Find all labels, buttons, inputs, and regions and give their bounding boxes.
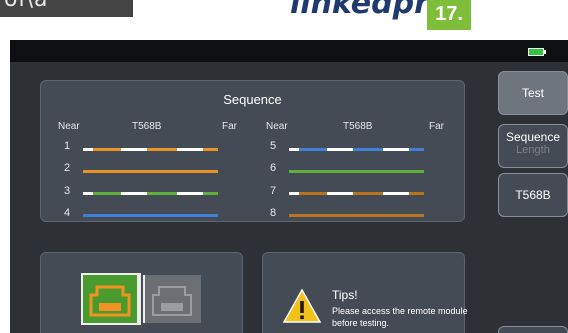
wire-8-brown	[289, 214, 424, 217]
wire-5-white-blue	[289, 148, 424, 151]
wire-7-white-brown	[289, 192, 424, 195]
ethernet-port-icon	[89, 285, 131, 317]
wire-segment	[327, 192, 353, 195]
warning-icon	[282, 288, 322, 323]
sequence-title: Sequence	[223, 92, 282, 107]
wire-2-orange	[83, 170, 218, 173]
wire-segment	[327, 148, 353, 151]
number-badge: 17.	[427, 0, 471, 30]
top-left-text: ol\a	[4, 0, 48, 12]
wire-segment	[83, 214, 218, 217]
pin-6-label: 6	[270, 162, 277, 174]
top-left-fragment: ol\a	[0, 0, 133, 17]
wire-4-blue	[83, 214, 218, 217]
pin-3-label: 3	[64, 185, 71, 197]
tips-title: Tips!	[332, 288, 358, 302]
standard-label-left: T568B	[132, 121, 162, 132]
pin-8-label: 8	[270, 207, 277, 219]
wire-segment	[383, 148, 409, 151]
standard-label-right: T568B	[343, 121, 373, 132]
sequence-button-label: Sequence	[505, 130, 561, 144]
wire-segment	[289, 214, 424, 217]
wire-segment	[121, 148, 147, 151]
battery-icon	[528, 48, 544, 56]
tester-screen: Sequence Near T568B Far Near T568B Far 1…	[10, 40, 568, 333]
test-button[interactable]: Test	[498, 71, 568, 115]
wire-1-white-orange	[83, 148, 218, 151]
wire-segment	[83, 170, 218, 173]
wire-segment	[83, 148, 93, 151]
length-button-label: Length	[516, 144, 550, 156]
wire-segment	[177, 148, 203, 151]
wire-3-white-green	[83, 192, 218, 195]
brand-logo: linkedpro	[290, 0, 450, 21]
near-label-right: Near	[266, 121, 288, 132]
bottom-side-button[interactable]	[498, 326, 568, 333]
port-panel	[40, 252, 243, 333]
wire-segment	[121, 192, 147, 195]
status-bar	[10, 40, 568, 62]
test-button-label: Test	[521, 86, 544, 100]
wire-6-green	[289, 170, 424, 173]
far-label-right: Far	[429, 121, 444, 132]
t568b-button[interactable]: T568B	[498, 173, 568, 217]
ethernet-port-icon	[152, 286, 192, 316]
sequence-length-button[interactable]: Sequence Length	[498, 124, 568, 168]
wire-segment	[289, 170, 424, 173]
tips-message: Please access the remote module before t…	[332, 306, 468, 328]
far-label-left: Far	[222, 121, 237, 132]
pin-4-label: 4	[64, 207, 71, 219]
pin-1-label: 1	[64, 140, 71, 152]
wire-segment	[83, 192, 93, 195]
near-label-left: Near	[58, 121, 80, 132]
pin-7-label: 7	[270, 185, 277, 197]
wire-segment	[289, 148, 299, 151]
battery-tip	[544, 50, 546, 54]
t568b-button-label: T568B	[515, 188, 551, 202]
pin-2-label: 2	[64, 162, 71, 174]
wire-segment	[177, 192, 203, 195]
wire-segment	[383, 192, 409, 195]
wire-segment	[289, 192, 299, 195]
top-band: ol\a linkedpro 17.	[0, 0, 568, 40]
pin-5-label: 5	[270, 140, 277, 152]
sequence-panel: Sequence Near T568B Far Near T568B Far 1…	[40, 80, 465, 222]
